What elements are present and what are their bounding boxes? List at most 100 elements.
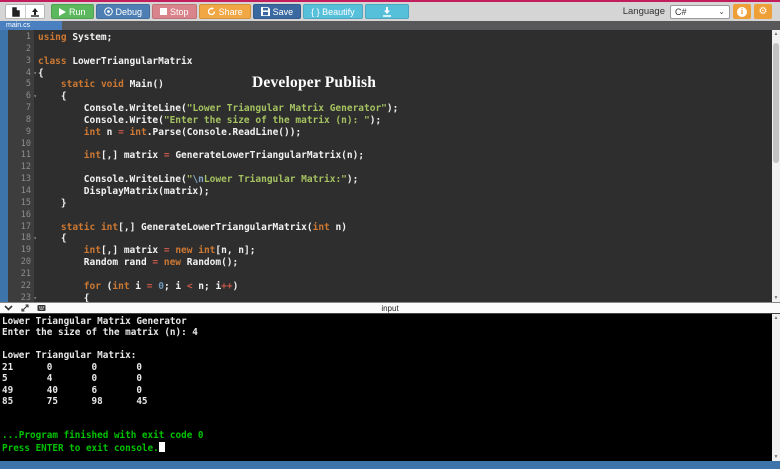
code-line[interactable]: { xyxy=(38,293,772,302)
code-line[interactable]: DisplayMatrix(matrix); xyxy=(38,186,772,198)
code-line[interactable]: { xyxy=(38,68,772,80)
line-number: 6 ▾ xyxy=(25,91,37,102)
code-line[interactable]: Console.WriteLine("Lower Triangular Matr… xyxy=(38,103,772,115)
console-scrollbar[interactable]: ▲ ▼ xyxy=(772,314,780,461)
editor-scrollbar[interactable]: ▲ ▼ xyxy=(772,30,780,302)
code-line[interactable]: static int[,] GenerateLowerTriangularMat… xyxy=(38,222,772,234)
line-number: 17 xyxy=(20,221,31,232)
code-line[interactable]: class LowerTriangularMatrix xyxy=(38,56,772,68)
code-line[interactable]: { xyxy=(38,233,772,245)
line-number: 9 xyxy=(25,126,31,137)
console-line: Enter the size of the matrix (n): 4 xyxy=(2,327,198,339)
resize-diagonal-icon xyxy=(21,304,29,312)
language-value: C# xyxy=(675,6,687,17)
console-line: 49 40 6 0 xyxy=(2,384,142,396)
run-label: Run xyxy=(69,6,86,17)
code-line[interactable]: } xyxy=(38,198,772,210)
line-number: 8 xyxy=(25,114,31,125)
scroll-down-icon[interactable]: ▼ xyxy=(772,453,780,461)
code-line[interactable]: Random rand = new Random(); xyxy=(38,257,772,269)
code-line[interactable]: Console.WriteLine("\nLower Triangular Ma… xyxy=(38,174,772,186)
console-resize-button[interactable] xyxy=(21,304,29,312)
debug-button[interactable]: Debug xyxy=(95,4,151,19)
console-line: Lower Triangular Matrix Generator xyxy=(2,316,187,327)
editor-gutter[interactable]: 1 2 3 4 ▾ 5 6 ▾ 7 8 9 10 11 12 13 14 15 16 17 18 ▾ 19 20 21 22 23… xyxy=(8,30,37,303)
language-select[interactable]: C# ⌄ xyxy=(670,4,730,19)
beautify-button[interactable]: { } Beautify xyxy=(303,4,363,19)
editor-scrollbar-thumb[interactable] xyxy=(773,43,779,163)
console-keyboard-button[interactable] xyxy=(37,304,46,312)
language-label: Language xyxy=(622,6,665,17)
code-line[interactable] xyxy=(38,44,772,56)
stop-label: Stop xyxy=(170,6,189,17)
share-label: Share xyxy=(218,6,243,17)
editor-code-lines[interactable]: using System; class LowerTriangularMatri… xyxy=(34,30,772,302)
line-number: 4 ▾ xyxy=(25,67,37,78)
line-number: 3 xyxy=(25,55,31,66)
run-button[interactable]: Run xyxy=(51,4,94,19)
console-scrollbar-area: ▲ ▼ xyxy=(772,314,780,461)
code-line[interactable] xyxy=(38,162,772,174)
console-input-tab-label: input xyxy=(381,303,399,313)
settings-button[interactable]: ⚙ xyxy=(754,4,772,19)
scroll-down-icon[interactable]: ▼ xyxy=(772,294,780,302)
line-number: 11 xyxy=(20,150,31,161)
console-line: 5 4 0 0 xyxy=(2,373,142,385)
code-line[interactable] xyxy=(38,269,772,281)
console-output[interactable]: Lower Triangular Matrix Generator Enter t… xyxy=(0,314,772,461)
line-number: 12 xyxy=(20,162,31,173)
save-label: Save xyxy=(272,6,294,17)
code-line[interactable]: { xyxy=(38,91,772,103)
info-icon: i xyxy=(737,6,747,17)
line-number: 7 xyxy=(25,103,31,114)
code-line[interactable]: using System; xyxy=(38,32,772,44)
code-line[interactable]: int[,] matrix = new int[n, n]; xyxy=(38,245,772,257)
line-number: 10 xyxy=(20,138,31,149)
terminal-cursor xyxy=(158,441,165,452)
beautify-label: { } Beautify xyxy=(311,6,355,17)
line-number: 2 xyxy=(25,43,31,54)
line-number: 16 xyxy=(20,209,31,220)
code-line[interactable] xyxy=(38,210,772,222)
editor-left-margin xyxy=(0,30,8,302)
scroll-up-icon[interactable]: ▲ xyxy=(772,30,780,38)
save-icon xyxy=(260,7,270,16)
info-button[interactable]: i xyxy=(733,4,751,19)
line-number: 20 xyxy=(20,257,31,268)
code-line[interactable]: static void Main() xyxy=(38,79,772,91)
share-icon xyxy=(207,7,215,16)
scroll-up-icon[interactable]: ▲ xyxy=(772,314,780,322)
line-number: 14 xyxy=(20,185,31,196)
download-button[interactable] xyxy=(364,4,409,19)
console-collapse-button[interactable] xyxy=(4,305,13,311)
debug-label: Debug xyxy=(115,6,143,17)
share-button[interactable]: Share xyxy=(198,4,251,19)
main-toolbar: Run Debug Stop Share Save { } Beautify L… xyxy=(0,2,780,21)
code-line[interactable]: Console.Write("Enter the size of the mat… xyxy=(38,115,772,127)
upload-file-button[interactable] xyxy=(25,5,44,18)
line-number: 15 xyxy=(20,197,31,208)
chevron-down-icon xyxy=(4,305,13,311)
line-number: 22 xyxy=(20,280,31,291)
code-line[interactable] xyxy=(38,139,772,151)
file-button-group xyxy=(5,4,45,19)
code-line[interactable]: int n = int.Parse(Console.ReadLine()); xyxy=(38,127,772,139)
watermark-text: Developer Publish xyxy=(252,74,377,91)
line-number: 21 xyxy=(20,268,31,279)
stop-icon xyxy=(160,8,168,15)
save-button[interactable]: Save xyxy=(252,4,302,19)
stop-button[interactable]: Stop xyxy=(152,4,197,19)
line-number: 13 xyxy=(20,174,31,185)
code-line[interactable]: int[,] matrix = GenerateLowerTriangularM… xyxy=(38,150,772,162)
console-header-bar: input xyxy=(0,302,780,314)
new-file-button[interactable] xyxy=(6,5,25,18)
play-icon xyxy=(59,7,66,16)
debug-icon xyxy=(103,7,113,16)
tab-main-cs[interactable]: main.cs xyxy=(0,21,62,30)
new-file-icon xyxy=(11,6,20,17)
line-number: 19 xyxy=(20,245,31,256)
code-editor: 1 2 3 4 ▾ 5 6 ▾ 7 8 9 10 11 12 13 14 15 16 17 18 ▾ 19 20 21 22 23… xyxy=(0,30,780,303)
code-line[interactable]: for (int i = 0; i < n; i++) xyxy=(38,281,772,293)
download-icon xyxy=(382,6,391,17)
